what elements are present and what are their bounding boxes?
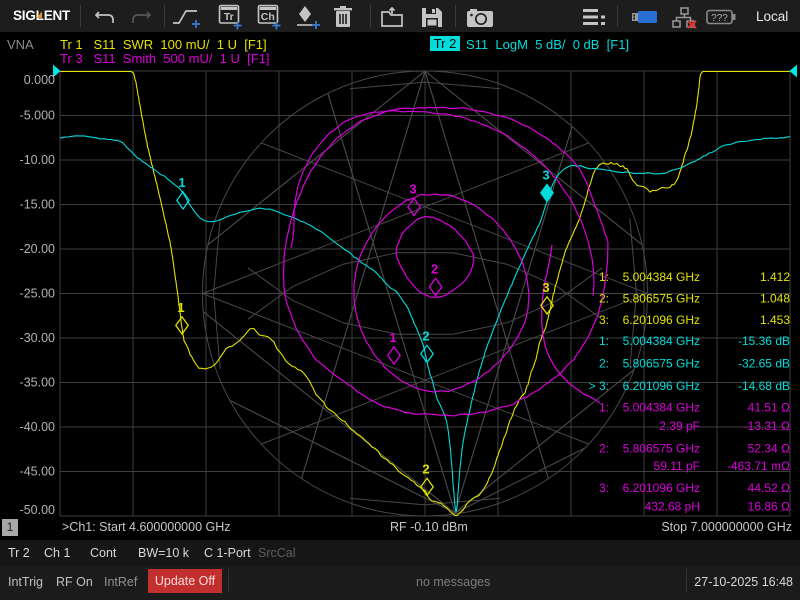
svg-text:432.68 pH: 432.68 pH (645, 499, 700, 513)
svg-text:-32.65 dB: -32.65 dB (738, 356, 790, 370)
svg-text:-50.00: -50.00 (20, 503, 55, 517)
svg-text:-35.00: -35.00 (20, 376, 55, 390)
svg-text:44.52 Ω: 44.52 Ω (748, 481, 790, 495)
svg-text:1.048: 1.048 (760, 291, 790, 305)
svg-text:6.201096 GHz: 6.201096 GHz (623, 481, 700, 495)
svg-text:2:: 2: (599, 356, 609, 370)
svg-text:-25.00: -25.00 (20, 287, 55, 301)
svg-text:2: 2 (422, 328, 429, 343)
svg-text:1:: 1: (599, 400, 609, 414)
svg-text:1.453: 1.453 (760, 313, 790, 327)
svg-text:5.806575 GHz: 5.806575 GHz (623, 441, 700, 455)
svg-text:2:: 2: (599, 441, 609, 455)
svg-text:-14.68 dB: -14.68 dB (738, 379, 790, 393)
svg-text:-15.36 dB: -15.36 dB (738, 334, 790, 348)
svg-text:2:: 2: (599, 291, 609, 305)
svg-text:3: 3 (542, 167, 549, 182)
svg-text:16.86 Ω: 16.86 Ω (748, 499, 790, 513)
svg-text:-40.00: -40.00 (20, 420, 55, 434)
svg-text:2: 2 (431, 261, 438, 276)
svg-text:3: 3 (409, 181, 416, 196)
svg-text:3:: 3: (599, 313, 609, 327)
svg-text:0.000: 0.000 (24, 73, 55, 87)
svg-text:-20.00: -20.00 (20, 242, 55, 256)
svg-text:3:: 3: (599, 481, 609, 495)
svg-text:2: 2 (422, 461, 429, 476)
svg-text:-5.000: -5.000 (20, 109, 55, 123)
svg-text:52.34 Ω: 52.34 Ω (748, 441, 790, 455)
svg-text:> 3:: > 3: (589, 379, 609, 393)
svg-text:59.11 pF: 59.11 pF (654, 459, 700, 473)
svg-text:5.806575 GHz: 5.806575 GHz (623, 291, 700, 305)
svg-text:1: 1 (389, 330, 396, 345)
svg-text:6.201096 GHz: 6.201096 GHz (623, 313, 700, 327)
svg-text:-15.00: -15.00 (20, 198, 55, 212)
svg-text:-463.71 mΩ: -463.71 mΩ (727, 459, 790, 473)
svg-text:-13.31 Ω: -13.31 Ω (744, 419, 790, 433)
svg-text:-30.00: -30.00 (20, 331, 55, 345)
svg-text:5.004384 GHz: 5.004384 GHz (623, 334, 700, 348)
svg-text:5.806575 GHz: 5.806575 GHz (623, 356, 700, 370)
svg-text:1: 1 (177, 300, 184, 315)
svg-text:6.201096 GHz: 6.201096 GHz (623, 379, 700, 393)
svg-text:1:: 1: (599, 270, 609, 284)
svg-text:1: 1 (178, 175, 185, 190)
svg-text:-45.00: -45.00 (20, 465, 55, 479)
svg-text:-10.00: -10.00 (20, 153, 55, 167)
svg-text:41.51 Ω: 41.51 Ω (748, 400, 790, 414)
svg-text:3: 3 (542, 280, 549, 295)
svg-text:2.39 pF: 2.39 pF (659, 419, 700, 433)
svg-text:5.004384 GHz: 5.004384 GHz (623, 270, 700, 284)
svg-text:1.412: 1.412 (760, 270, 790, 284)
svg-text:5.004384 GHz: 5.004384 GHz (623, 400, 700, 414)
svg-text:1:: 1: (599, 334, 609, 348)
